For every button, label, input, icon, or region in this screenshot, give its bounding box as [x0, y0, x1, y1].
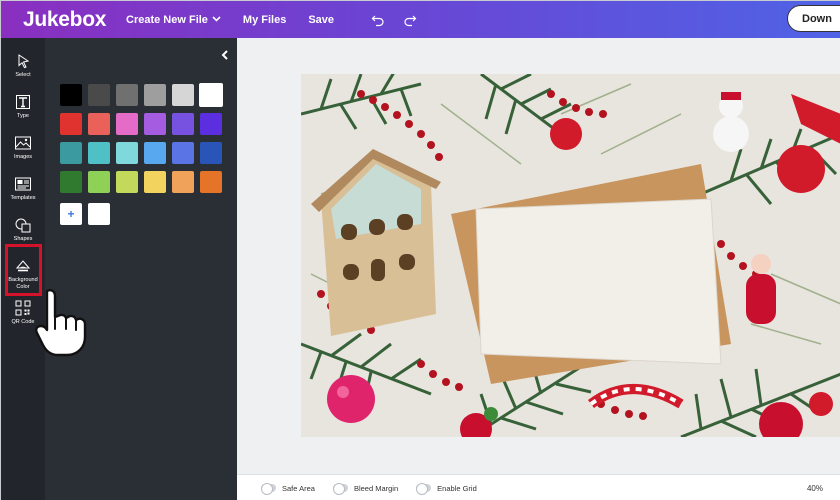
top-bar: Jukebox Create New File My Files Save Do… [1, 1, 840, 38]
toggle-switch[interactable] [261, 483, 276, 495]
tool-select[interactable]: Select [1, 52, 45, 79]
bleed-margin-label: Bleed Margin [353, 483, 399, 493]
color-swatch[interactable] [116, 84, 138, 106]
color-swatch[interactable] [144, 84, 166, 106]
undo-icon[interactable] [371, 13, 385, 27]
app-logo[interactable]: Jukebox [23, 8, 121, 32]
toggle-switch[interactable] [416, 483, 432, 495]
color-swatch[interactable] [116, 142, 138, 164]
tool-templates-label: Templates [10, 195, 36, 201]
chevron-left-icon[interactable] [221, 50, 229, 63]
templates-icon [13, 175, 33, 193]
shapes-icon [13, 216, 33, 234]
tool-images[interactable]: Images [1, 134, 45, 161]
color-swatch[interactable] [144, 113, 166, 135]
color-swatch[interactable] [60, 84, 82, 106]
color-swatch[interactable] [116, 113, 138, 135]
save-button[interactable]: Save [308, 14, 334, 26]
tool-templates[interactable]: Templates [1, 175, 45, 202]
my-files-link[interactable]: My Files [243, 14, 286, 26]
color-swatch[interactable] [200, 171, 222, 193]
christmas-flatlay-photo[interactable] [301, 74, 840, 437]
color-swatch[interactable] [199, 83, 223, 107]
color-swatch[interactable] [200, 113, 222, 135]
color-swatch[interactable] [88, 84, 110, 106]
color-swatch[interactable] [172, 113, 194, 135]
tool-shapes[interactable]: Shapes [1, 216, 45, 243]
color-swatch[interactable] [88, 113, 110, 135]
safe-area-toggle[interactable]: Safe Area [261, 483, 315, 495]
toggle-switch[interactable] [332, 483, 348, 495]
enable-grid-toggle[interactable]: Enable Grid [416, 483, 477, 495]
canvas-area[interactable] [237, 38, 840, 474]
color-swatch[interactable] [88, 171, 110, 193]
color-swatch[interactable] [88, 142, 110, 164]
qr-code-icon [13, 299, 33, 317]
color-swatch[interactable] [60, 171, 82, 193]
color-swatch-grid [60, 83, 223, 193]
color-swatch[interactable] [60, 113, 82, 135]
background-color-panel: + [45, 38, 237, 500]
tool-shapes-label: Shapes [13, 236, 33, 242]
tool-select-label: Select [15, 72, 31, 78]
color-swatch[interactable] [144, 142, 166, 164]
zoom-level[interactable]: 40% [807, 484, 823, 493]
create-new-file-label: Create New File [126, 13, 208, 26]
color-swatch[interactable] [116, 171, 138, 193]
custom-color-swatch[interactable] [88, 203, 110, 225]
image-icon [13, 134, 33, 152]
hand-pointer-icon [35, 289, 87, 357]
bottom-toolbar: Safe Area Bleed Margin Enable Grid 40% [237, 474, 840, 500]
color-swatch[interactable] [60, 142, 82, 164]
bleed-margin-toggle[interactable]: Bleed Margin [332, 483, 399, 495]
tool-images-label: Images [13, 154, 33, 160]
cursor-icon [13, 52, 33, 70]
download-button[interactable]: Down [787, 5, 840, 32]
create-new-file-menu[interactable]: Create New File [126, 14, 221, 26]
tool-type[interactable]: Type [1, 93, 45, 120]
custom-colors-row: + [60, 203, 110, 225]
redo-icon[interactable] [403, 13, 417, 27]
chevron-down-icon [212, 14, 221, 24]
color-swatch[interactable] [172, 142, 194, 164]
color-swatch[interactable] [172, 171, 194, 193]
tool-type-label: Type [17, 113, 29, 119]
color-swatch[interactable] [200, 142, 222, 164]
color-swatch[interactable] [144, 171, 166, 193]
add-custom-color-button[interactable]: + [60, 203, 82, 225]
color-swatch[interactable] [172, 84, 194, 106]
safe-area-label: Safe Area [282, 483, 315, 493]
enable-grid-label: Enable Grid [437, 483, 477, 493]
type-icon [13, 93, 33, 111]
tool-rail: Select Type Images Templates Shapes Back… [1, 38, 45, 500]
